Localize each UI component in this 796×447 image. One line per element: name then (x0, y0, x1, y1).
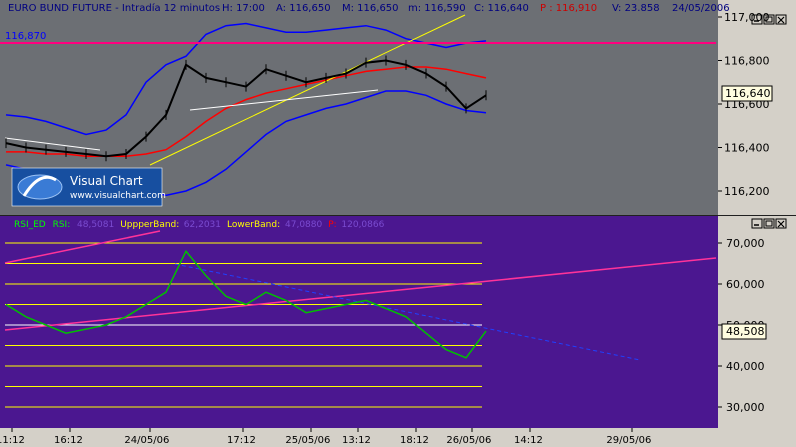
current-price-label: 116,640 (725, 87, 771, 100)
legend-label-2: UppperBand: (120, 220, 179, 230)
x-tick-label-9: 29/05/06 (606, 435, 651, 446)
logo-url: www.visualchart.com (70, 191, 166, 201)
rsi-panel-maximize-button[interactable] (763, 218, 775, 229)
x-tick-label-2: 24/05/06 (124, 435, 169, 446)
x-tick-label-7: 26/05/06 (446, 435, 491, 446)
price-tick-label-0: 117,000 (724, 11, 770, 24)
chart-canvas: 11:12 16:12 24/05/06 17:12 25/05/06 13:12 18:1… (0, 0, 796, 447)
legend-label-0: RSI_ED (14, 220, 46, 230)
legend-value-1: 48,5081 (77, 220, 114, 230)
price-tick-label-1: 116,800 (724, 55, 770, 68)
price-tick-label-4: 116,200 (724, 185, 770, 198)
x-tick-label-1: 16:12 (54, 435, 83, 446)
x-tick-label-8: 14:12 (514, 435, 543, 446)
reference-price-label: 116,870 (5, 31, 46, 42)
legend-label-1: RSI: (53, 220, 71, 230)
time-axis (0, 428, 796, 447)
stat-0: H: 17:00 (222, 3, 265, 14)
stat-7: 24/05/2006 (672, 3, 730, 14)
rsi-panel-close-button[interactable] (775, 218, 787, 229)
legend-value-2: 62,2031 (184, 220, 221, 230)
legend-value-3: 47,0880 (285, 220, 322, 230)
stat-3: m: 116,590 (408, 3, 466, 14)
legend-label-3: LowerBand: (227, 220, 280, 230)
price-tick-label-3: 116,400 (724, 142, 770, 155)
logo-title: Visual Chart (70, 174, 143, 188)
visual-chart-logo: Visual Chart www.visualchart.com (11, 167, 166, 207)
x-tick-label-3: 17:12 (227, 435, 256, 446)
stat-2: M: 116,650 (342, 3, 399, 14)
x-tick-label-6: 18:12 (400, 435, 429, 446)
rsi-panel-minimize-button[interactable] (751, 218, 763, 229)
stat-6: V: 23.858 (612, 3, 660, 14)
x-tick-label-5: 13:12 (342, 435, 371, 446)
stat-4: C: 116,640 (474, 3, 529, 14)
current-rsi-label: 48,508 (726, 325, 765, 338)
rsi-tick-label-0: 70,000 (726, 237, 765, 250)
x-tick-label-0: 11:12 (0, 435, 25, 446)
rsi-tick-label-4: 30,000 (726, 401, 765, 414)
chart-window: 11:12 16:12 24/05/06 17:12 25/05/06 13:12 18:1… (0, 0, 796, 447)
rsi-tick-label-3: 40,000 (726, 360, 765, 373)
rsi-tick-label-1: 60,000 (726, 278, 765, 291)
x-tick-label-4: 25/05/06 (285, 435, 330, 446)
rsi-panel (0, 216, 718, 428)
stat-5: P : 116,910 (540, 3, 597, 14)
legend-value-4: 120,0866 (341, 220, 384, 230)
price-panel-close-button[interactable] (775, 14, 787, 25)
stat-1: A: 116,650 (276, 3, 331, 14)
chart-title: EURO BUND FUTURE - Intradía 12 minutos (8, 2, 220, 14)
legend-label-4: P: (328, 220, 336, 230)
